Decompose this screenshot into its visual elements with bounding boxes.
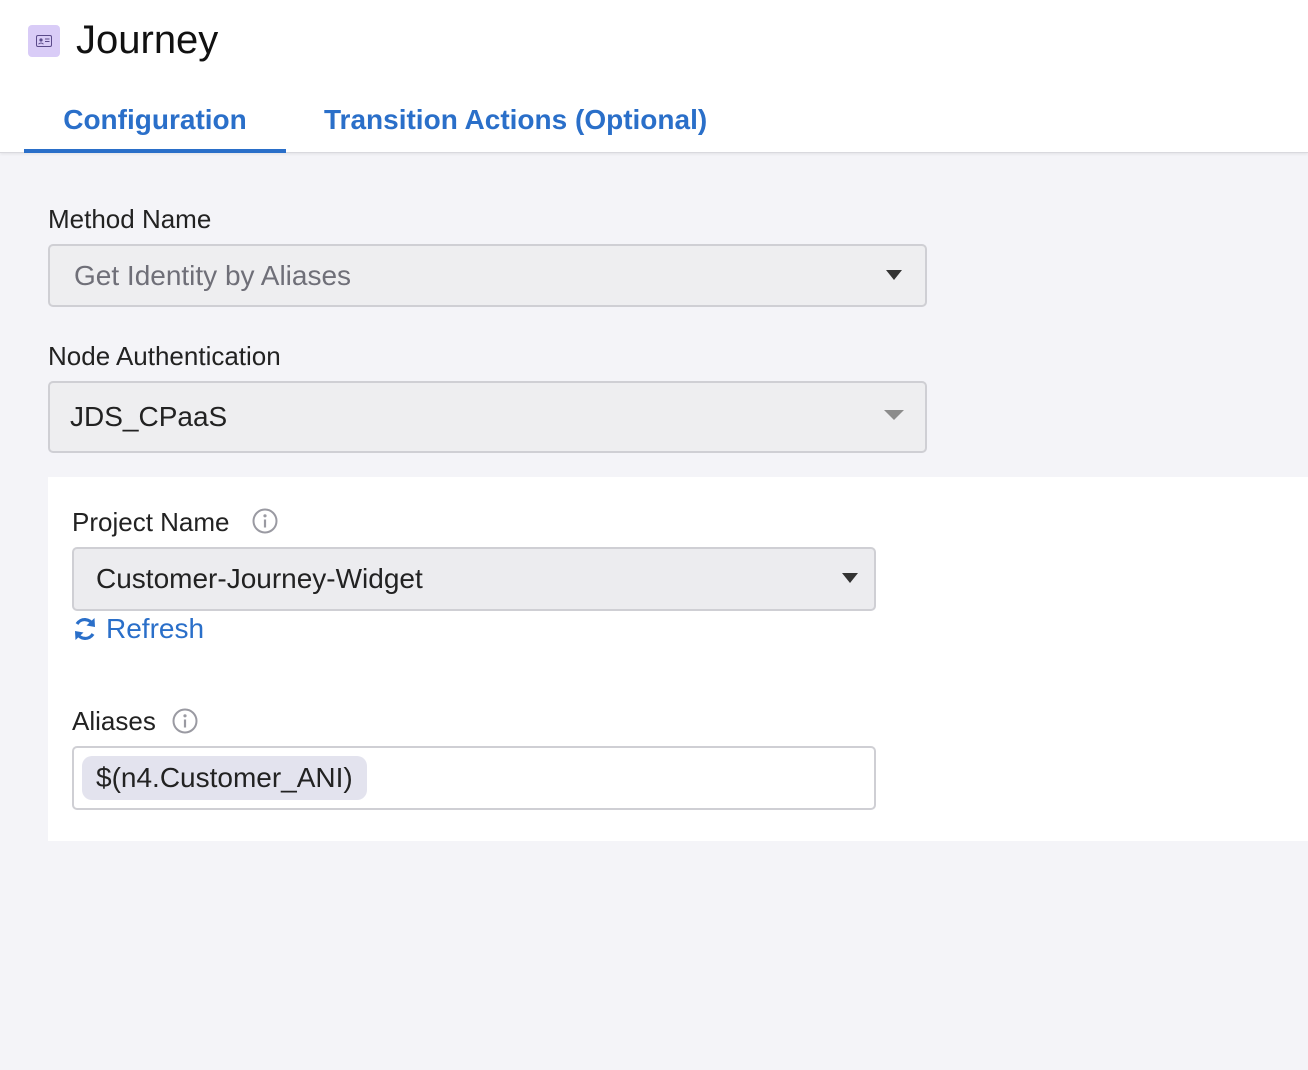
project-name-select[interactable]: Customer-Journey-Widget bbox=[72, 547, 876, 611]
chevron-down-icon bbox=[842, 573, 858, 583]
app-header: Journey Configuration Transition Actions… bbox=[0, 0, 1308, 153]
tab-configuration[interactable]: Configuration bbox=[24, 100, 286, 153]
chevron-down-icon bbox=[886, 270, 902, 280]
project-name-label: Project Name bbox=[72, 507, 230, 537]
node-authentication-value: JDS_CPaaS bbox=[70, 401, 228, 432]
method-name-label: Method Name bbox=[48, 204, 212, 234]
method-name-select[interactable]: Get Identity by Aliases bbox=[48, 244, 927, 307]
page-title: Journey bbox=[76, 18, 219, 62]
refresh-label: Refresh bbox=[106, 613, 205, 644]
project-name-value: Customer-Journey-Widget bbox=[96, 563, 423, 594]
node-authentication-select[interactable]: JDS_CPaaS bbox=[48, 381, 927, 453]
refresh-icon bbox=[75, 618, 95, 640]
chevron-down-icon bbox=[884, 410, 904, 420]
aliases-label: Aliases bbox=[72, 706, 156, 736]
tab-transition-actions[interactable]: Transition Actions (Optional) bbox=[324, 100, 707, 152]
info-icon[interactable] bbox=[172, 708, 198, 734]
alias-chip[interactable]: $(n4.Customer_ANI) bbox=[82, 756, 367, 800]
contact-card-icon bbox=[28, 25, 60, 57]
node-authentication-label: Node Authentication bbox=[48, 341, 281, 371]
method-name-value: Get Identity by Aliases bbox=[74, 259, 352, 291]
info-icon[interactable] bbox=[252, 508, 278, 534]
refresh-button[interactable]: Refresh bbox=[72, 613, 204, 645]
aliases-input[interactable]: $(n4.Customer_ANI) bbox=[72, 746, 876, 810]
